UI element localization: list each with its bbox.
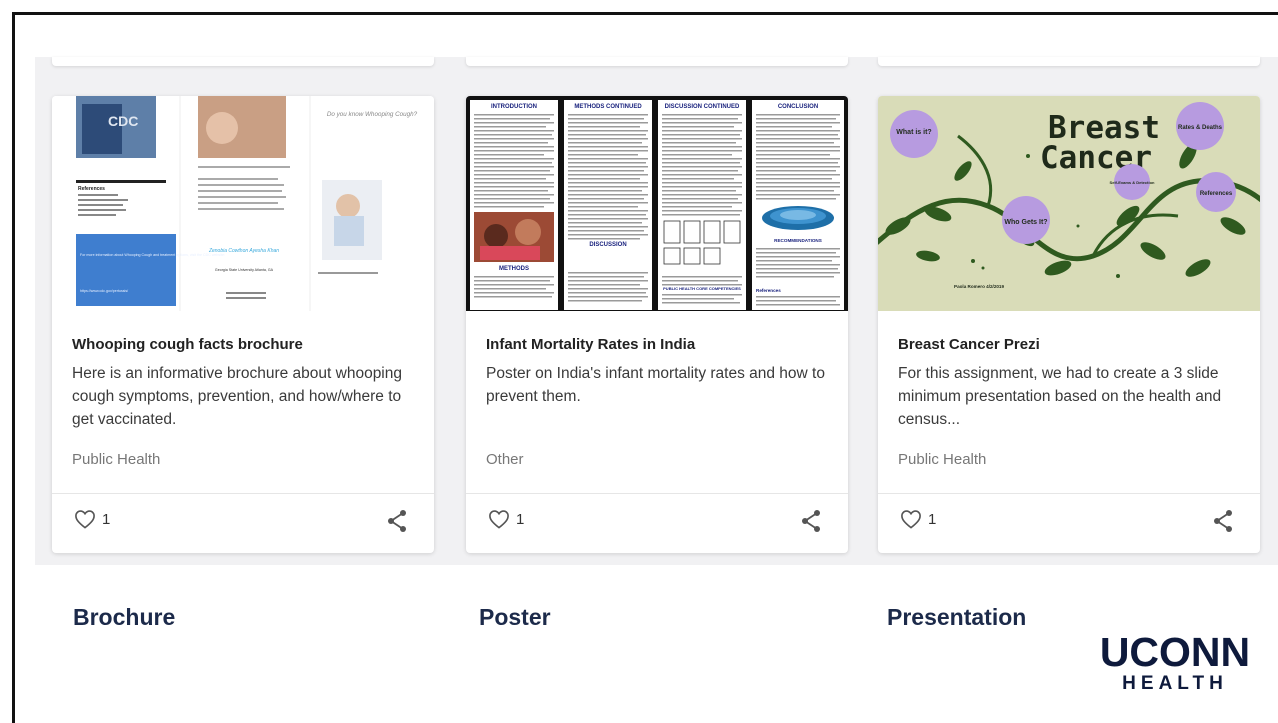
- card-category: Other: [486, 451, 524, 468]
- share-button[interactable]: [386, 509, 408, 538]
- poster-panel-title: DISCUSSION CONTINUED: [665, 104, 740, 110]
- card-divider: [878, 493, 1260, 494]
- caption-presentation: Presentation: [887, 604, 1027, 630]
- svg-text:CDC: CDC: [108, 113, 138, 129]
- poster-discussion-heading: DISCUSSION: [589, 242, 626, 248]
- uconn-health-logo: UCONN HEALTH: [1095, 630, 1255, 694]
- like-button[interactable]: 1: [74, 509, 110, 529]
- brochure-question: Do you know Whooping Cough?: [327, 111, 418, 118]
- like-button[interactable]: 1: [488, 509, 524, 529]
- heart-icon: [489, 510, 509, 529]
- card-divider: [52, 493, 434, 494]
- brochure-school: Georgia State University Atlanta, GA: [215, 268, 274, 272]
- card-description: Poster on India's infant mortality rates…: [486, 365, 825, 405]
- card-above-3: [878, 57, 1260, 66]
- card-category: Public Health: [898, 451, 987, 468]
- share-icon: [802, 510, 820, 532]
- poster-public-health-heading: PUBLIC HEALTH CORE COMPETENCIES: [663, 286, 741, 291]
- card-description: Here is an informative brochure about wh…: [72, 365, 402, 428]
- project-card-presentation[interactable]: Breast Cancer What is it? Rates & Deaths…: [878, 96, 1260, 553]
- card-title[interactable]: Breast Cancer Prezi: [898, 336, 1040, 353]
- share-button[interactable]: [1212, 509, 1234, 538]
- logo-subtitle: HEALTH: [1122, 673, 1228, 694]
- prezi-author: Paola Romero 4/2/2019: [954, 284, 1004, 289]
- share-icon: [1214, 510, 1232, 532]
- brochure-references-heading: References: [78, 186, 105, 192]
- card-above-2: [466, 57, 848, 66]
- prezi-bubble-rates: Rates & Deaths: [1178, 125, 1223, 131]
- prezi-bubble-self: Self-Exams & Detection: [1110, 180, 1155, 185]
- like-count: 1: [516, 510, 525, 528]
- presentation-thumbnail[interactable]: Breast Cancer What is it? Rates & Deaths…: [878, 96, 1260, 311]
- brochure-thumbnail[interactable]: CDC References For more information abou…: [52, 96, 434, 311]
- project-card-brochure[interactable]: CDC References For more information abou…: [52, 96, 434, 553]
- like-button[interactable]: 1: [900, 509, 936, 529]
- project-card-poster[interactable]: INTRODUCTION METHODS CONTINUED DISCUSSIO…: [466, 96, 848, 553]
- poster-references-heading: References: [756, 288, 781, 293]
- share-button[interactable]: [800, 509, 822, 538]
- caption-poster: Poster: [479, 604, 551, 630]
- caption-brochure: Brochure: [73, 604, 176, 630]
- heart-icon: [75, 510, 95, 529]
- card-category: Public Health: [72, 451, 161, 468]
- prezi-bubble-who: Who Gets It?: [1004, 219, 1047, 226]
- like-count: 1: [102, 510, 111, 528]
- poster-thumbnail[interactable]: INTRODUCTION METHODS CONTINUED DISCUSSIO…: [466, 96, 848, 311]
- card-above-1: [52, 57, 434, 66]
- poster-panel-title: CONCLUSION: [778, 104, 818, 110]
- brochure-authors: Zenobia Cowthon Ayesha Khan: [208, 248, 279, 254]
- poster-panel-title: METHODS CONTINUED: [574, 104, 642, 110]
- poster-recommendations-heading: RECOMMENDATIONS: [774, 238, 822, 243]
- card-divider: [466, 493, 848, 494]
- prezi-bubble-what: What is it?: [896, 129, 931, 136]
- poster-methods-heading: METHODS: [499, 266, 529, 272]
- heart-icon: [901, 510, 921, 529]
- card-description: For this assignment, we had to create a …: [898, 365, 1222, 428]
- brochure-info-text: For more information about Whooping Coug…: [80, 253, 225, 257]
- card-title[interactable]: Whooping cough facts brochure: [72, 336, 303, 353]
- logo-wordmark: UCONN: [1099, 629, 1251, 675]
- share-icon: [388, 510, 406, 532]
- card-title[interactable]: Infant Mortality Rates in India: [486, 336, 695, 353]
- brochure-info-url: https://www.cdc.gov/pertussis/: [80, 289, 128, 293]
- prezi-bubble-refs: References: [1200, 191, 1233, 197]
- like-count: 1: [928, 510, 937, 528]
- poster-panel-title: INTRODUCTION: [491, 104, 537, 110]
